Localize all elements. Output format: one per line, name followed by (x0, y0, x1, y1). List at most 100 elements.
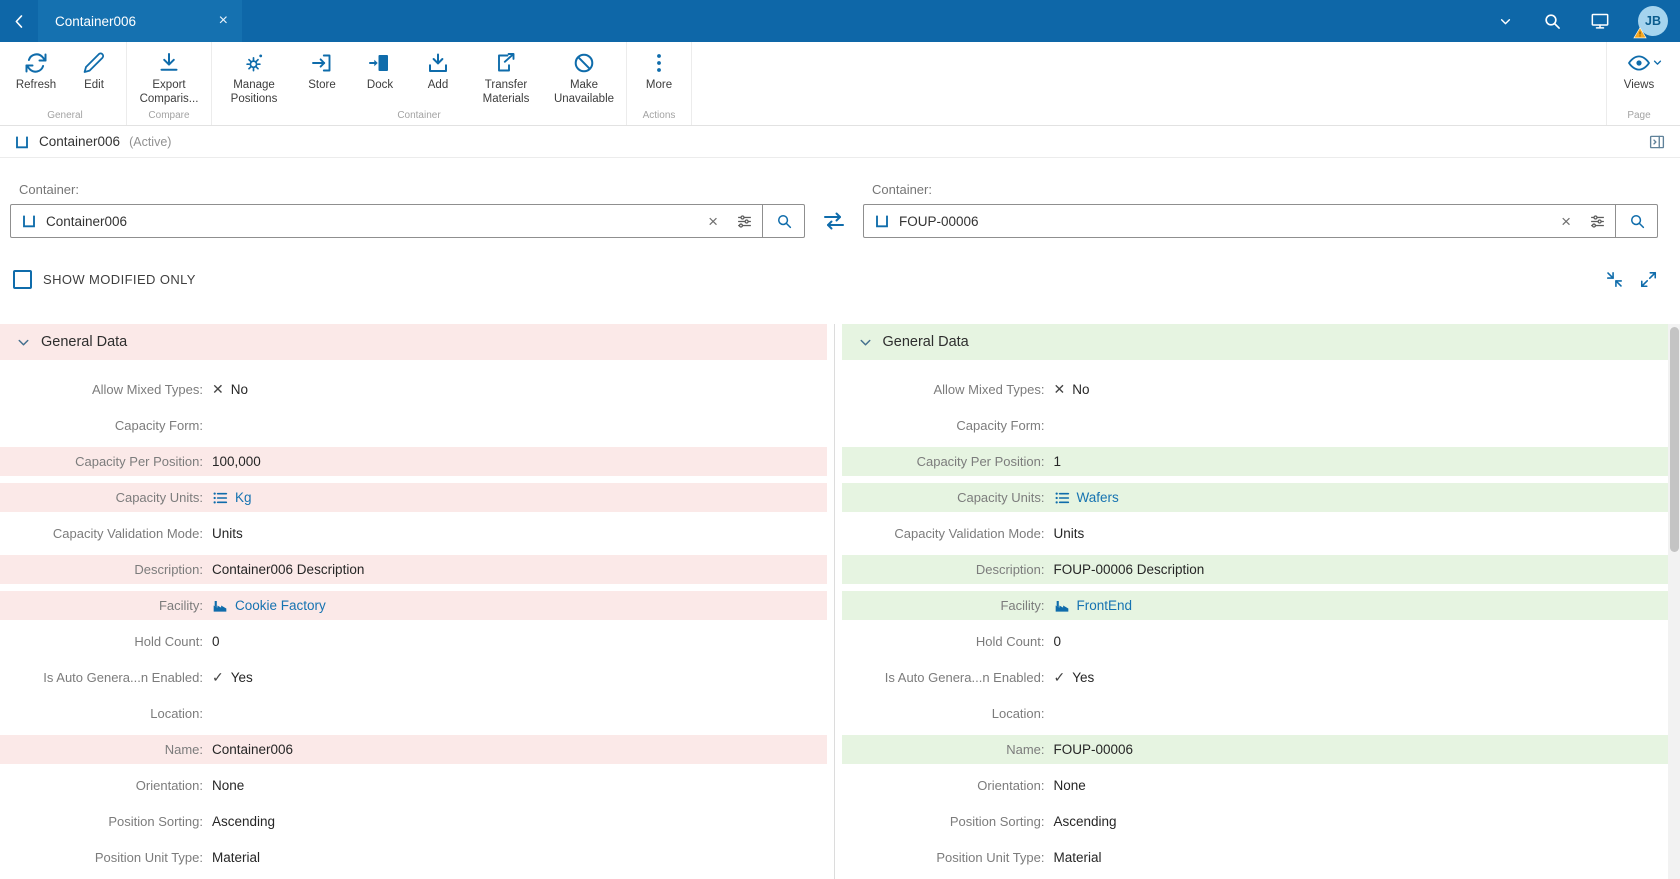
container-icon (21, 213, 37, 229)
back-button[interactable] (0, 0, 38, 42)
options-icon[interactable] (727, 213, 762, 230)
make-unavailable-button[interactable]: Make Unavailable (545, 47, 623, 107)
chevron-down-icon[interactable] (1497, 13, 1514, 30)
clear-icon[interactable]: × (1552, 213, 1580, 230)
button-label: Make Unavailable (553, 79, 615, 105)
right-selector: Container: FOUP-00006 × (863, 182, 1658, 238)
toolbar-button-row: Refresh Edit (7, 47, 123, 107)
search-icon[interactable] (1542, 11, 1562, 31)
button-label: Views (1623, 79, 1655, 91)
field-value: 0 (212, 634, 220, 649)
search-button[interactable] (762, 205, 804, 237)
facility-icon (212, 598, 228, 614)
expand-all-icon[interactable] (1639, 270, 1658, 289)
field-row-allow-mixed-types: Allow Mixed Types: ✕ No (0, 375, 827, 404)
field-value-link[interactable]: Wafers (1077, 490, 1119, 505)
compare-selectors: Container: Container006 × Container: FOU… (0, 158, 1680, 238)
facility-icon (1054, 598, 1070, 614)
toolbar-button-row: Views (1610, 47, 1668, 107)
section-header-general-data[interactable]: General Data (841, 324, 1668, 360)
avatar[interactable]: JB (1633, 6, 1668, 39)
field-value: Units (1054, 526, 1085, 541)
field-row-is-auto-genera-n-enabled: Is Auto Genera...n Enabled: ✓ Yes (0, 663, 827, 692)
tab-container006[interactable]: Container006 × (38, 0, 242, 42)
panel-toggle-icon[interactable] (1648, 133, 1666, 151)
field-label: Hold Count: (975, 634, 1045, 649)
container-input-left[interactable]: Container006 × (10, 204, 805, 238)
field-label: Hold Count: (134, 634, 203, 649)
show-modified-only-checkbox[interactable] (13, 269, 32, 289)
search-button[interactable] (1615, 205, 1657, 237)
field-value: Material (212, 850, 260, 865)
transfer-materials-icon (494, 51, 518, 75)
scrollbar-thumb[interactable] (1669, 327, 1679, 552)
button-label: More (645, 79, 673, 91)
field-row-name: Name: FOUP-00006 (841, 735, 1668, 764)
section-header-general-data[interactable]: General Data (0, 324, 827, 360)
field-row-position-unit-type: Position Unit Type: Material (842, 843, 1669, 872)
field-value: FOUP-00006 (1054, 742, 1134, 757)
field-value-text: Units (1053, 526, 1085, 541)
field-value-text: 0 (212, 634, 220, 649)
refresh-button[interactable]: Refresh (7, 47, 65, 93)
field-value-text: 0 (1053, 634, 1062, 649)
field-label: Capacity Form: (114, 418, 203, 433)
options-icon[interactable] (1580, 213, 1615, 230)
export-comparis-button[interactable]: Export Comparis... (130, 47, 208, 107)
field-value-text: FOUP-00006 (1053, 742, 1134, 757)
field-value: None (212, 778, 244, 793)
field-value: Ascending (1054, 814, 1117, 829)
clear-icon[interactable]: × (699, 213, 727, 230)
app-window: Container006 × JB Refresh Edit General Expo… (0, 0, 1680, 879)
more-button[interactable]: More (630, 47, 688, 93)
topbar-actions: JB (1497, 6, 1680, 39)
check-icon: ✓ (212, 669, 224, 685)
field-value-text: 100,000 (212, 454, 261, 469)
field-row-hold-count: Hold Count: 0 (0, 627, 827, 656)
container-input-value-left: Container006 (46, 213, 128, 229)
panel-left: General Data Allow Mixed Types: ✕ No Capacit… (0, 324, 827, 879)
button-label: Add (427, 79, 449, 91)
field-value-text: Container006 Description (212, 562, 365, 577)
field-value: Units (212, 526, 243, 541)
edit-button[interactable]: Edit (65, 47, 123, 93)
field-label: Position Unit Type: (94, 850, 203, 865)
dock-icon (368, 51, 392, 75)
field-row-description: Description: FOUP-00006 Description (841, 555, 1668, 584)
manage-positions-button[interactable]: Manage Positions (215, 47, 293, 107)
field-value: Cookie Factory (212, 598, 326, 614)
field-value-text: Ascending (1053, 814, 1117, 829)
group-label: Container (397, 110, 441, 121)
views-button[interactable]: Views (1610, 47, 1668, 93)
container-input-right[interactable]: FOUP-00006 × (863, 204, 1658, 238)
swap-button[interactable] (805, 204, 863, 238)
field-label: Position Sorting: (108, 814, 203, 829)
field-value-link[interactable]: FrontEnd (1077, 598, 1133, 613)
edit-icon (82, 51, 106, 75)
transfer-materials-button[interactable]: Transfer Materials (467, 47, 545, 107)
tab-title: Container006 (55, 13, 137, 29)
field-label: Location: (991, 706, 1045, 721)
field-value-link[interactable]: Cookie Factory (235, 598, 326, 613)
filter-row: SHOW MODIFIED ONLY (0, 268, 1680, 290)
group-label: Actions (642, 110, 676, 121)
add-button[interactable]: Add (409, 47, 467, 93)
field-row-facility: Facility: FrontEnd (841, 591, 1668, 620)
vertical-scrollbar[interactable] (1668, 324, 1680, 879)
field-value-link[interactable]: Kg (235, 490, 252, 505)
collapse-all-icon[interactable] (1605, 270, 1624, 289)
monitor-icon[interactable] (1590, 11, 1610, 31)
close-icon[interactable]: × (215, 13, 232, 29)
container-input-value-right: FOUP-00006 (899, 213, 979, 229)
field-row-description: Description: Container006 Description (0, 555, 827, 584)
field-value: FrontEnd (1054, 598, 1133, 614)
list-icon (1054, 490, 1070, 506)
field-label: Orientation: (977, 778, 1045, 793)
toolbar-button-row: More (630, 47, 688, 107)
list-icon (212, 490, 228, 506)
check-icon: ✓ (1053, 669, 1066, 685)
store-button[interactable]: Store (293, 47, 351, 93)
dock-button[interactable]: Dock (351, 47, 409, 93)
field-value-text: Ascending (212, 814, 276, 829)
views-icon (1627, 51, 1662, 75)
